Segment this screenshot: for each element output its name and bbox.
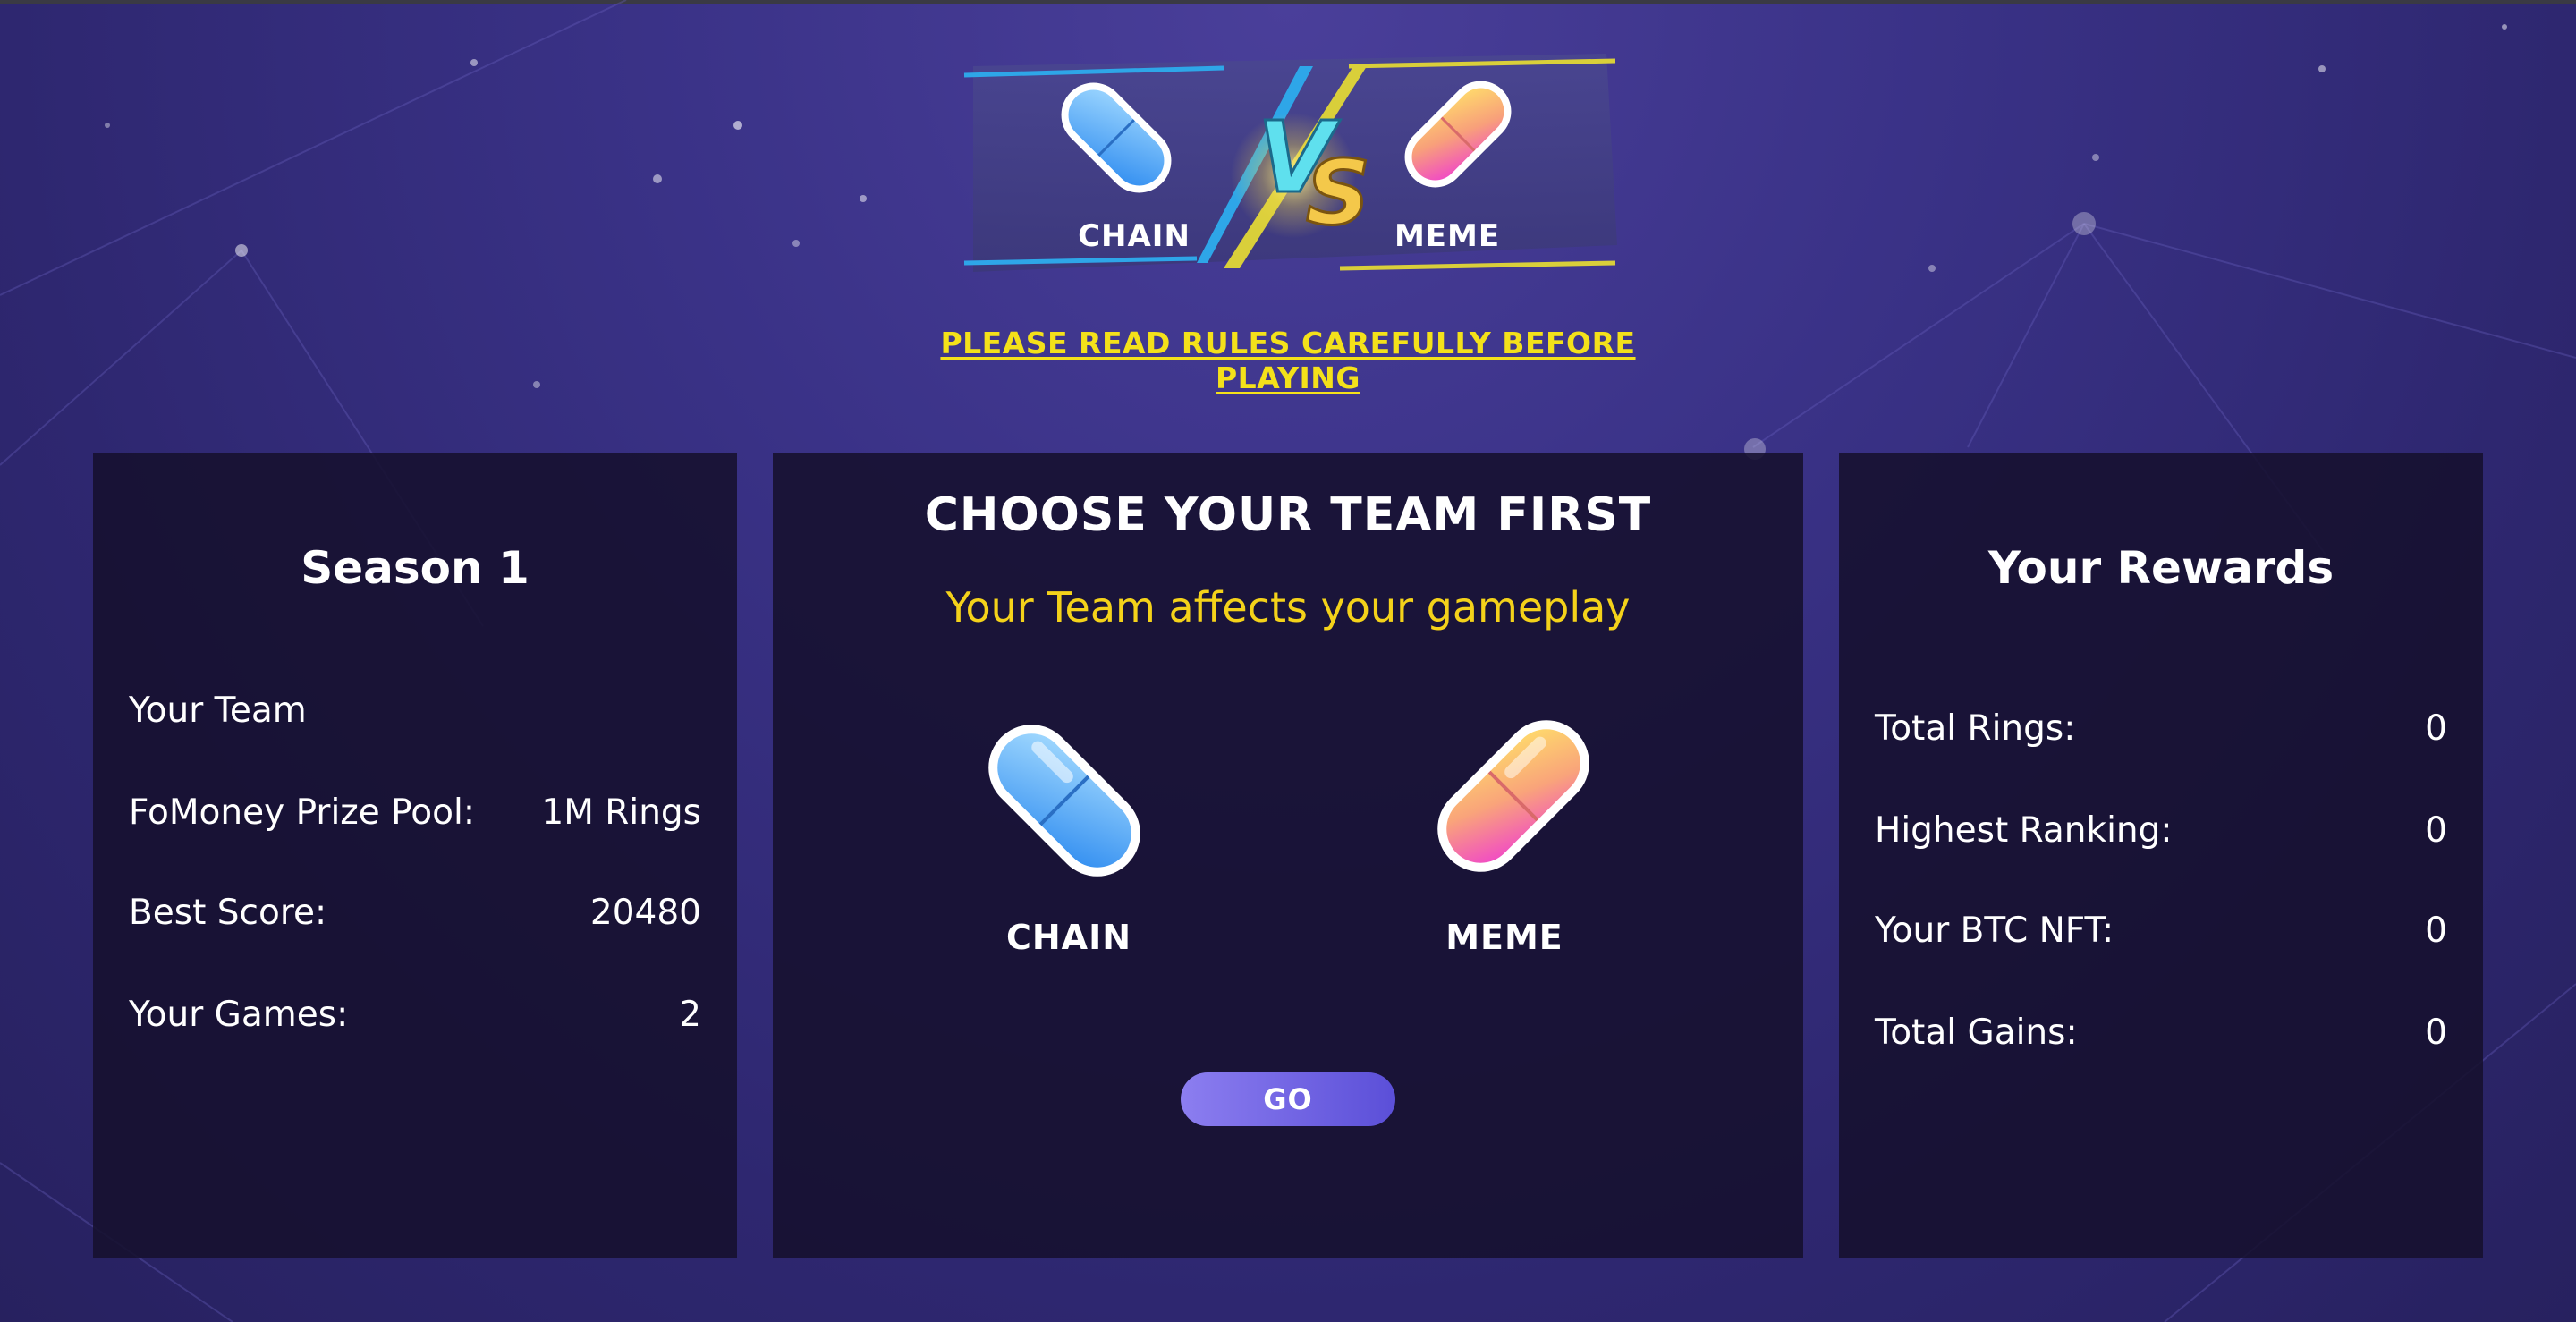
choose-team-subtitle: Your Team affects your gameplay — [945, 583, 1631, 631]
blue-pill-icon — [988, 725, 1140, 877]
best-score-row: Best Score: 20480 — [129, 893, 701, 937]
btc-nft-value: 0 — [2425, 911, 2447, 951]
season-panel: Season 1 Your Team FoMoney Prize Pool: 1… — [93, 453, 737, 1258]
total-gains-label: Total Gains: — [1875, 1013, 2078, 1053]
total-gains-value: 0 — [2425, 1013, 2447, 1053]
best-score-value: 20480 — [589, 893, 701, 933]
prize-pool-value: 1M Rings — [541, 792, 701, 833]
highest-ranking-row: Highest Ranking: 0 — [1875, 810, 2447, 855]
total-rings-label: Total Rings: — [1875, 708, 2076, 749]
prize-pool-row: FoMoney Prize Pool: 1M Rings — [129, 792, 701, 837]
go-button[interactable]: GO — [1181, 1072, 1395, 1126]
rewards-title: Your Rewards — [1987, 542, 2334, 594]
total-rings-value: 0 — [2425, 708, 2447, 749]
team-meme-label: MEME — [1445, 918, 1563, 957]
btc-nft-label: Your BTC NFT: — [1875, 911, 2114, 951]
your-games-label: Your Games: — [129, 995, 349, 1035]
team-option-chain[interactable]: CHAIN — [962, 707, 1194, 975]
choose-team-title: CHOOSE YOUR TEAM FIRST — [924, 488, 1652, 542]
season-title: Season 1 — [301, 542, 530, 594]
your-games-row: Your Games: 2 — [129, 995, 701, 1039]
highest-ranking-label: Highest Ranking: — [1875, 810, 2173, 851]
your-team-label: Your Team — [129, 691, 307, 731]
highest-ranking-value: 0 — [2425, 810, 2447, 851]
team-chain-label: CHAIN — [1005, 918, 1132, 957]
best-score-label: Best Score: — [129, 893, 327, 933]
choose-team-panel: CHOOSE YOUR TEAM FIRST Your Team affects… — [773, 453, 1803, 1258]
banner-chain-label: CHAIN — [1078, 218, 1191, 254]
total-rings-row: Total Rings: 0 — [1875, 708, 2447, 753]
prize-pool-label: FoMoney Prize Pool: — [129, 792, 475, 833]
total-gains-row: Total Gains: 0 — [1875, 1013, 2447, 1057]
team-option-meme[interactable]: MEME — [1388, 707, 1621, 975]
btc-nft-row: Your BTC NFT: 0 — [1875, 911, 2447, 955]
rules-link[interactable]: PLEASE READ RULES CAREFULLY BEFORE PLAYI… — [894, 326, 1682, 395]
your-games-value: 2 — [679, 995, 701, 1035]
banner-meme-label: MEME — [1394, 218, 1501, 254]
pink-yellow-pill-icon — [1437, 720, 1589, 872]
your-team-row: Your Team — [129, 691, 701, 735]
rewards-panel: Your Rewards Total Rings: 0 Highest Rank… — [1839, 453, 2483, 1258]
